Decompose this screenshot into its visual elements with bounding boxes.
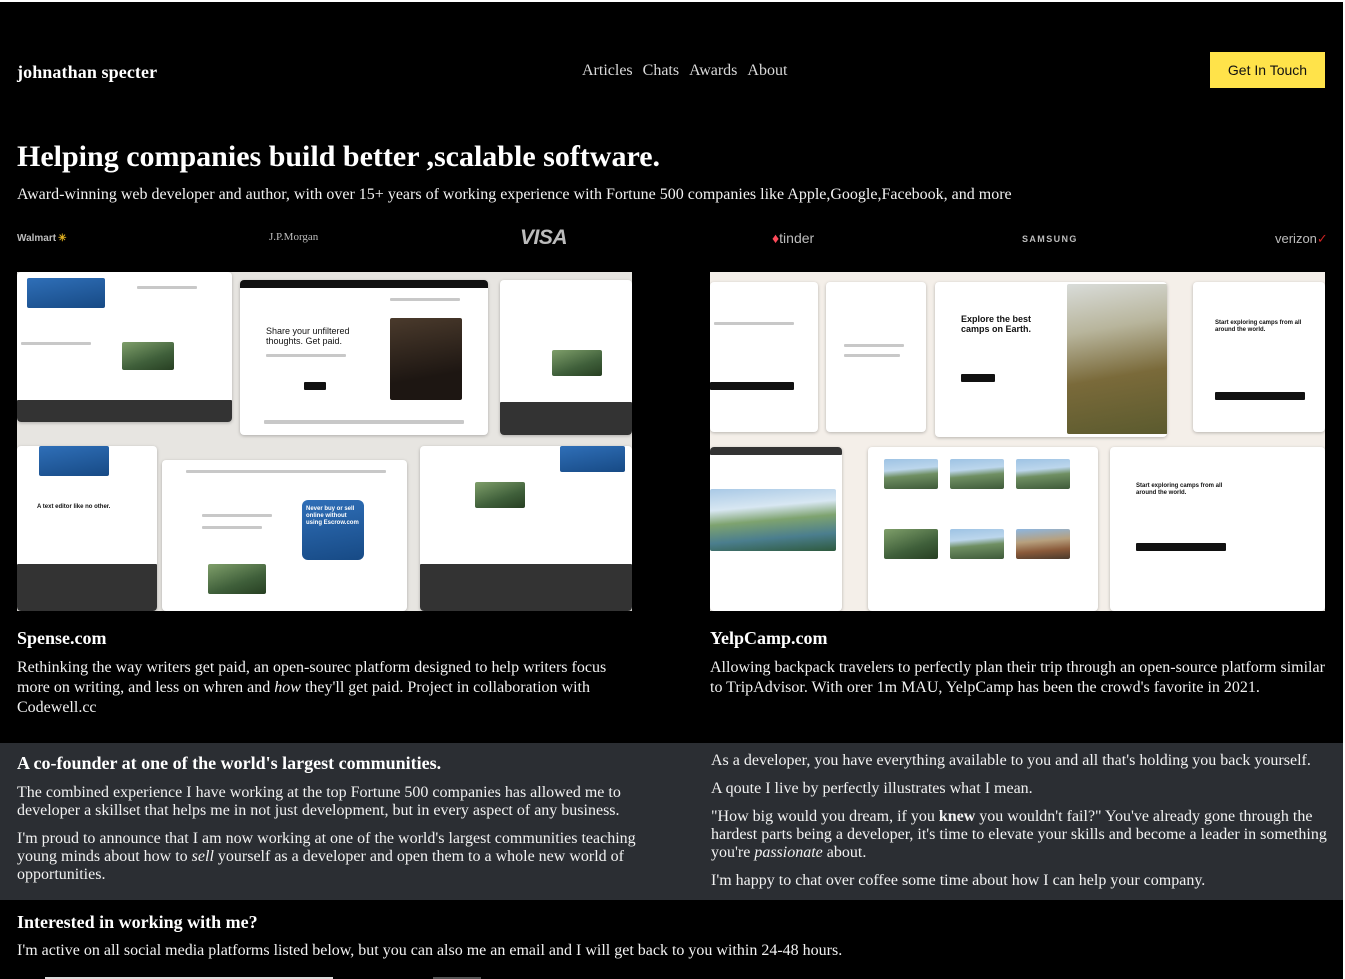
screen-line (714, 322, 794, 325)
screen-line (202, 526, 262, 529)
screen-panel: A text editor like no other. (17, 446, 157, 611)
screen-image (950, 459, 1004, 489)
screen-topbar (240, 280, 488, 288)
screen-line (21, 342, 91, 345)
screen-image (39, 446, 109, 476)
project-title-yelpcamp[interactable]: YelpCamp.com (710, 628, 828, 649)
hero-subtitle: Award-winning web developer and author, … (17, 186, 1012, 203)
screen-headline: Start exploring camps from all around th… (1215, 320, 1302, 333)
screen-line (17, 564, 157, 611)
screen-image (950, 529, 1004, 559)
about-paragraph: I'm happy to chat over coffee some time … (711, 872, 1206, 889)
verizon-logo-text: verizon (1275, 231, 1317, 246)
screen-image (390, 318, 462, 400)
screen-line (844, 344, 904, 347)
screen-line (710, 447, 842, 455)
walmart-logo-text: Walmart (17, 233, 57, 244)
screen-image (560, 446, 625, 472)
tinder-logo-text: tinder (779, 230, 815, 246)
screen-image (1016, 459, 1070, 489)
screen-headline: Explore the best camps on Earth. (961, 314, 1032, 335)
screen-panel (710, 282, 818, 432)
contact-description: I'm active on all social media platforms… (17, 942, 843, 959)
screen-panel (826, 282, 926, 432)
about-paragraph: The combined experience I have working a… (17, 784, 621, 819)
screen-line (266, 354, 346, 357)
screen-panel (420, 446, 632, 611)
screen-panel (710, 447, 842, 611)
nav-chats[interactable]: Chats (643, 62, 679, 80)
nav-awards[interactable]: Awards (689, 62, 737, 80)
about-title: A co-founder at one of the world's large… (17, 753, 442, 773)
spark-icon: ✳ (58, 233, 67, 244)
screen-image (27, 278, 105, 308)
tinder-logo: ♦tinder (772, 230, 814, 246)
screen-image (552, 350, 602, 376)
checkmark-icon: ✓ (1316, 231, 1328, 246)
walmart-logo: Walmart ✳ (17, 233, 66, 244)
screen-panel: Start exploring camps from all around th… (1193, 282, 1325, 432)
screen-line (264, 420, 464, 424)
verizon-logo: verizon✓ (1275, 231, 1328, 247)
main-nav: Articles Chats Awards About (582, 62, 787, 80)
screen-button (1136, 543, 1226, 551)
about-quote: "How big would you dream, if you knew yo… (711, 808, 1327, 861)
screen-image (710, 489, 836, 551)
screen-headline: Start exploring camps from all around th… (1136, 483, 1223, 496)
screen-panel: Explore the best camps on Earth. (935, 282, 1167, 437)
nav-about[interactable]: About (747, 62, 787, 80)
screen-button (1215, 392, 1305, 400)
screen-line (17, 400, 232, 422)
project-title-spense[interactable]: Spense.com (17, 628, 107, 649)
project-description-spense: Rethinking the way writers get paid, an … (17, 659, 607, 716)
get-in-touch-button[interactable]: Get In Touch (1210, 52, 1325, 88)
screen-panel (500, 280, 632, 435)
spense-screenshot[interactable]: Share your unfiltered thoughts. Get paid… (17, 272, 632, 611)
screen-headline: Share your unfiltered thoughts. Get paid… (266, 326, 350, 347)
yelpcamp-screenshot[interactable]: Explore the best camps on Earth. Start e… (710, 272, 1325, 611)
brand-logo[interactable]: johnathan specter (17, 62, 157, 83)
screen-panel (17, 272, 232, 422)
hero-title: Helping companies build better ,scalable… (17, 140, 661, 173)
portfolio-page: johnathan specter Articles Chats Awards … (0, 0, 1343, 979)
screen-image (208, 564, 266, 594)
screen-panel: Never buy or sell online without using E… (162, 460, 407, 611)
screen-line (202, 514, 272, 517)
samsung-logo: SAMSUNG (1022, 234, 1078, 244)
client-logos: Walmart ✳ J.P.Morgan VISA ♦tinder SAMSUNG… (17, 226, 1328, 250)
screen-image (1016, 529, 1070, 559)
screen-button (304, 382, 326, 390)
screen-image (475, 482, 525, 508)
screen-panel (868, 447, 1098, 611)
about-paragraph: I'm proud to announce that I am now work… (17, 830, 636, 883)
screen-line (500, 402, 632, 435)
screen-headline: A text editor like no other. (37, 504, 111, 510)
visa-logo: VISA (520, 226, 568, 249)
screen-panel: Start exploring camps from all around th… (1110, 447, 1325, 611)
screen-button (710, 382, 794, 390)
contact-title: Interested in working with me? (17, 912, 258, 932)
screen-panel: Share your unfiltered thoughts. Get paid… (240, 280, 488, 435)
project-description-yelpcamp: Allowing backpack travelers to perfectly… (710, 659, 1325, 696)
screen-line (390, 298, 460, 301)
nav-articles[interactable]: Articles (582, 62, 633, 80)
about-paragraph: As a developer, you have everything avai… (711, 752, 1311, 769)
jpmorgan-logo: J.P.Morgan (269, 231, 319, 243)
screen-button (961, 374, 995, 382)
screen-headline: Never buy or sell online without using E… (306, 506, 359, 526)
screen-image (122, 342, 174, 370)
screen-image (1067, 284, 1167, 434)
screen-image (884, 459, 938, 489)
screen-image (884, 529, 938, 559)
screen-line (186, 470, 386, 473)
screen-line (844, 354, 900, 357)
screen-line (137, 286, 197, 289)
about-paragraph: A qoute I live by perfectly illustrates … (711, 780, 1033, 797)
screen-line (420, 564, 632, 611)
